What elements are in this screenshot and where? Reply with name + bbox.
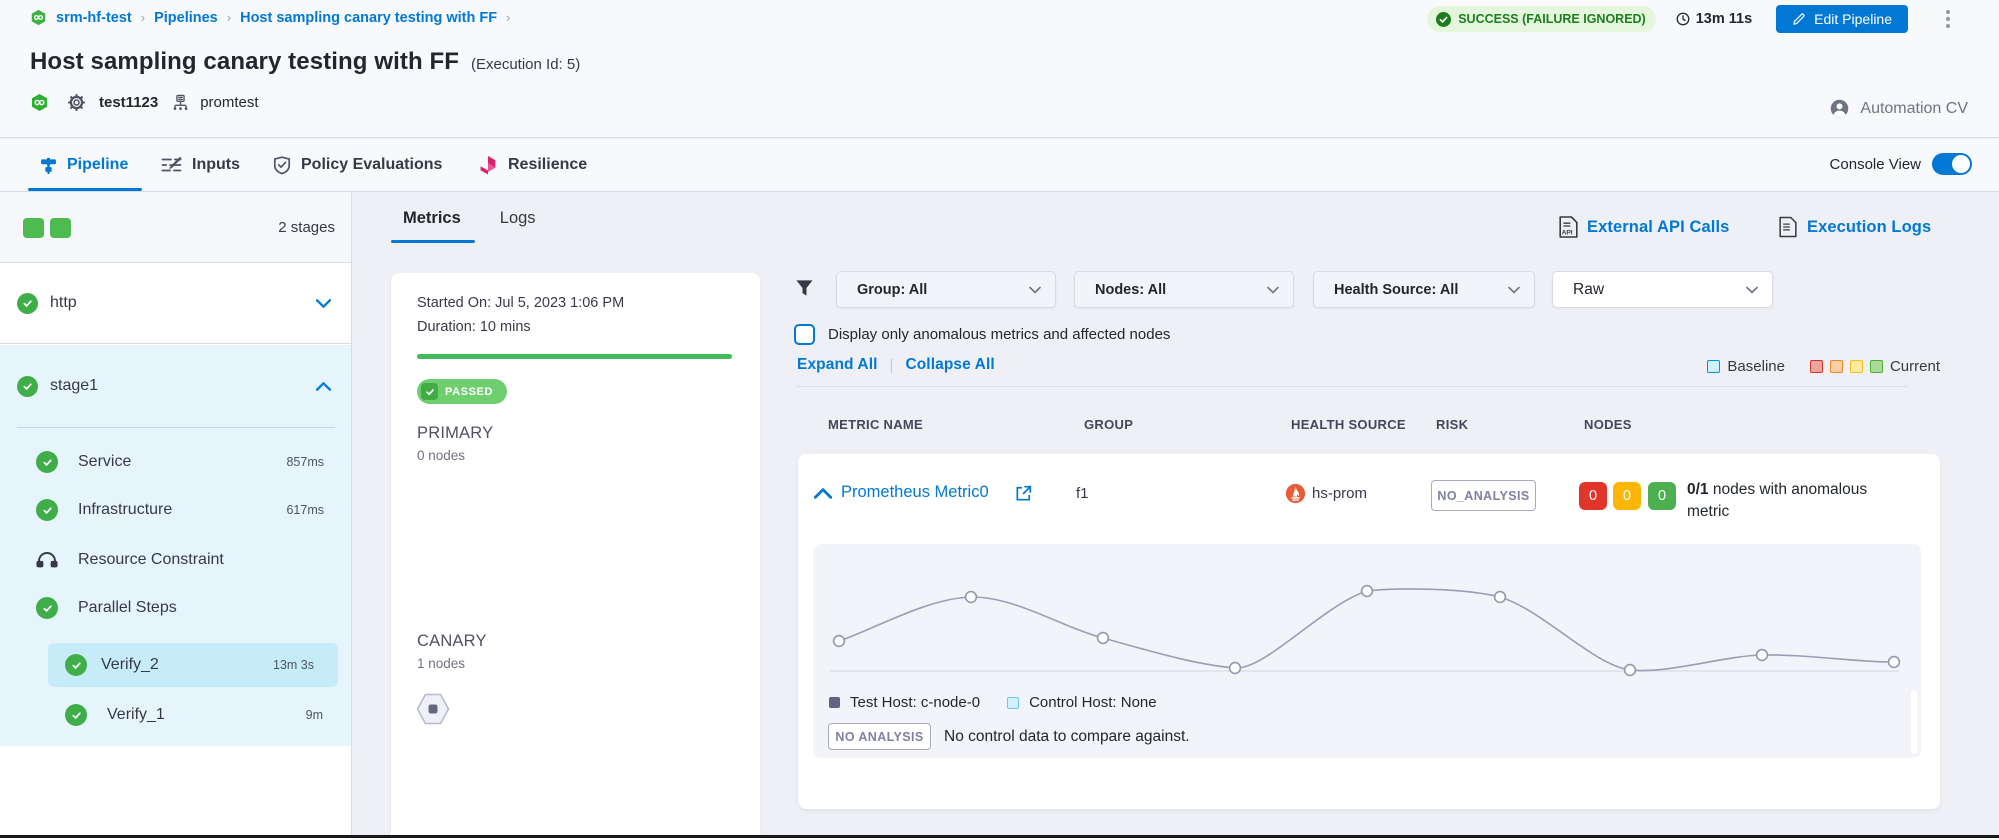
svg-text:API: API xyxy=(1562,230,1573,237)
